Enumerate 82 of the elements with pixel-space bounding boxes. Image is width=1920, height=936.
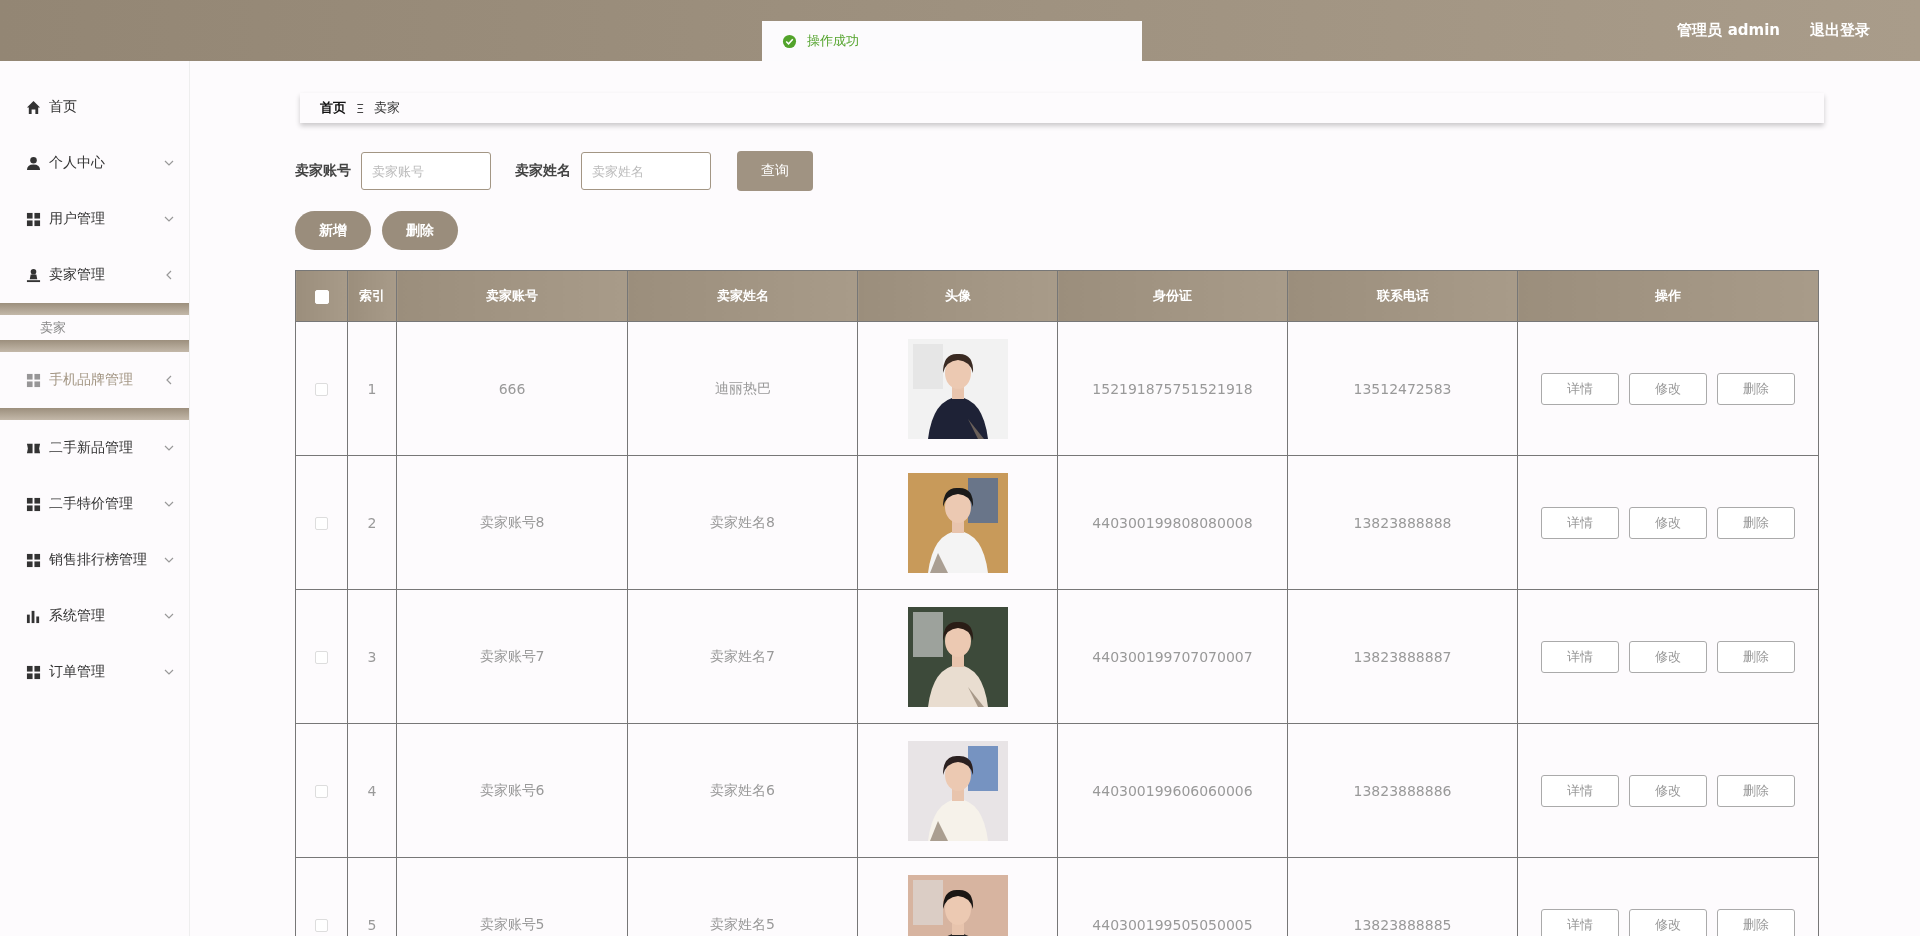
delete-button[interactable]: 删除 [382,211,458,250]
menu-item[interactable]: 二手特价管理 [0,476,189,532]
row-checkbox[interactable] [315,785,328,798]
table-cell: 卖家姓名6 [627,723,858,858]
submenu-item[interactable]: 卖家 [0,315,189,340]
breadcrumb-separator: Ξ [356,100,365,116]
table-cell: 440300199606060006 [1057,723,1288,858]
add-button[interactable]: 新增 [295,211,371,250]
table-cell: 13823888886 [1287,723,1518,858]
search-button[interactable]: 查询 [737,151,813,191]
details-button[interactable]: 详情 [1541,640,1619,673]
table-cell: 2 [347,455,397,590]
home-icon [26,99,41,115]
edit-button[interactable]: 修改 [1629,774,1707,807]
delete-button[interactable]: 删除 [1717,908,1795,936]
bar-chart-icon [26,608,41,624]
field-label: 卖家账号 [295,162,351,180]
column-header: 联系电话 [1287,270,1518,322]
toast-message: 操作成功 [807,32,859,50]
grid-icon [26,372,41,388]
grid-icon [26,211,41,227]
table-cell: 440300199707070007 [1057,589,1288,724]
menu-item[interactable]: 卖家管理 [0,247,189,303]
column-header: 卖家姓名 [627,270,858,322]
search-field[interactable]: 卖家账号 [361,152,491,190]
menu-item[interactable]: 二手新品管理 [0,420,189,476]
column-header: 身份证 [1057,270,1288,322]
edit-button[interactable]: 修改 [1629,640,1707,673]
delete-button[interactable]: 删除 [1717,372,1795,405]
table-cell: 1 [347,321,397,456]
column-header: 卖家账号 [396,270,628,322]
table-cell: 卖家账号6 [396,723,628,858]
menu-item[interactable]: 首页 [0,79,189,135]
user-icon [26,267,41,283]
select-all-checkbox[interactable] [314,289,329,304]
menu-item[interactable]: 手机品牌管理 [0,352,189,408]
delete-button[interactable]: 删除 [1717,640,1795,673]
details-button[interactable]: 详情 [1541,372,1619,405]
grid-icon [26,552,41,568]
breadcrumb-current: 卖家 [374,99,401,117]
table-cell: 3 [347,589,397,724]
details-button[interactable]: 详情 [1541,774,1619,807]
menu-item[interactable]: 订单管理 [0,644,189,700]
menu-item[interactable]: 用户管理 [0,191,189,247]
column-header: 操作 [1517,270,1819,322]
menu-item[interactable]: 个人中心 [0,135,189,191]
table-cell: 卖家姓名7 [627,589,858,724]
delete-button[interactable]: 删除 [1717,506,1795,539]
admin-username: 管理员 admin [1677,21,1780,40]
table-cell: 卖家账号8 [396,455,628,590]
edit-button[interactable]: 修改 [1629,506,1707,539]
logout-link[interactable]: 退出登录 [1810,21,1870,40]
details-button[interactable]: 详情 [1541,908,1619,936]
table-cell: 13823888887 [1287,589,1518,724]
grid-icon [26,664,41,680]
menu-item[interactable]: 系统管理 [0,588,189,644]
table-cell: 迪丽热巴 [627,321,858,456]
table-cell: 440300199808080008 [1057,455,1288,590]
row-checkbox[interactable] [315,651,328,664]
table-cell: 卖家账号7 [396,589,628,724]
menu-item[interactable]: 销售排行榜管理 [0,532,189,588]
edit-button[interactable]: 修改 [1629,908,1707,936]
table-cell: 卖家姓名8 [627,455,858,590]
delete-button[interactable]: 删除 [1717,774,1795,807]
search-field[interactable]: 卖家姓名 [581,152,711,190]
column-header: 头像 [857,270,1058,322]
table-cell: 4 [347,723,397,858]
table-cell: 666 [396,321,628,456]
row-checkbox[interactable] [315,919,328,932]
edit-button[interactable]: 修改 [1629,372,1707,405]
breadcrumb-link[interactable]: 首页 [320,99,346,117]
table-cell: 13512472583 [1287,321,1518,456]
column-header: 索引 [347,270,397,322]
field-label: 卖家姓名 [515,162,571,180]
row-checkbox[interactable] [315,517,328,530]
details-button[interactable]: 详情 [1541,506,1619,539]
grid-icon [26,496,41,512]
user-icon [26,155,41,171]
table-cell: 152191875751521918 [1057,321,1288,456]
check-circle-icon [782,33,797,49]
row-checkbox[interactable] [315,383,328,396]
table-cell: 13823888888 [1287,455,1518,590]
